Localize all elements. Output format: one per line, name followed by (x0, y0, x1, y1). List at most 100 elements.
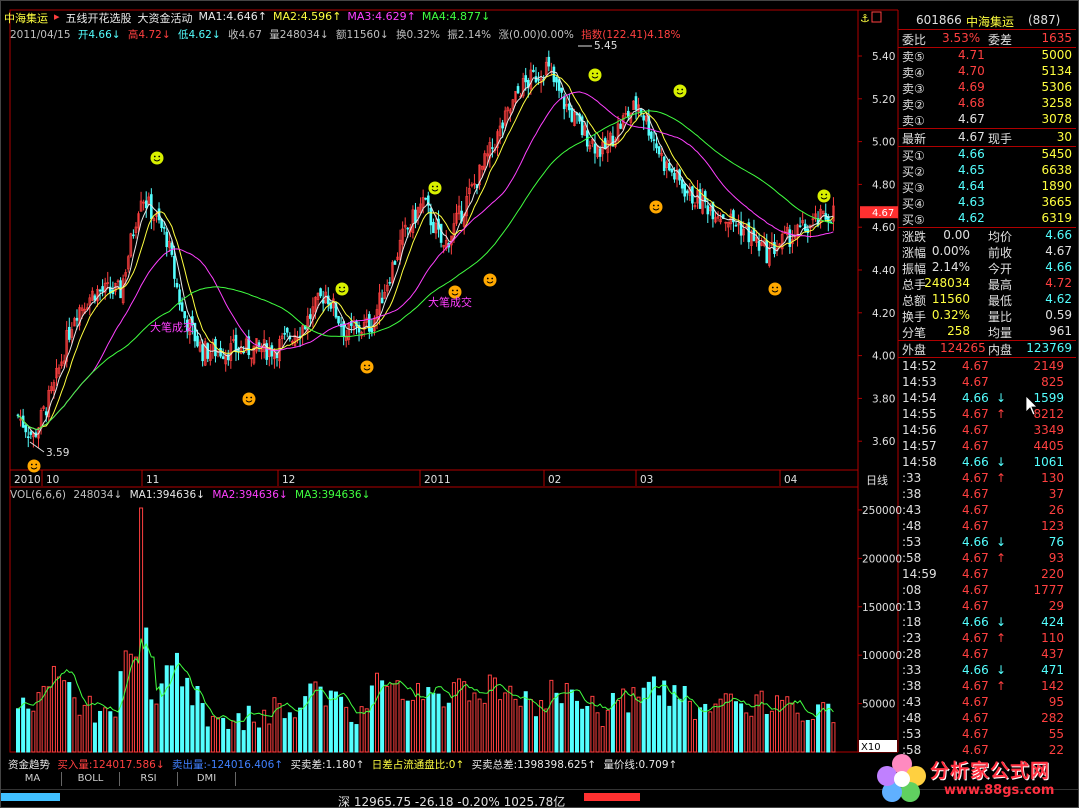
tick-row[interactable]: 14:59 4.67 220 (898, 567, 1076, 583)
price-axis-label: 3.60 (872, 436, 895, 448)
volume-bar (308, 683, 313, 753)
tick-time: :53 (902, 727, 922, 741)
tick-row[interactable]: :28 4.67 437 (898, 647, 1076, 663)
panel-latest[interactable]: 最新 4.67 现手 30 (898, 130, 1076, 146)
tick-price: 4.67 (962, 679, 989, 693)
sell-label: 卖④ (902, 66, 925, 80)
tick-row[interactable]: :38 4.67 ↑ 142 (898, 679, 1076, 695)
tick-time: :58 (902, 551, 922, 565)
tick-row[interactable]: :58 4.67 ↑ 93 (898, 551, 1076, 567)
sell-level-4[interactable]: 卖④ 4.70 5134 (898, 64, 1076, 80)
sell-level-2[interactable]: 卖② 4.68 3258 (898, 96, 1076, 112)
buy-level-5[interactable]: 买⑤ 4.62 6319 (898, 211, 1076, 227)
tick-row[interactable]: :53 4.67 55 (898, 727, 1076, 743)
tick-row[interactable]: :43 4.67 26 (898, 503, 1076, 519)
sell-level-5[interactable]: 卖⑤ 4.71 5000 (898, 48, 1076, 64)
volume-bar (503, 692, 508, 753)
tick-row[interactable]: :48 4.67 123 (898, 519, 1076, 535)
volume-bar (759, 690, 764, 753)
tick-row[interactable]: 14:54 4.66 ↓ 1599 (898, 391, 1076, 407)
tick-row[interactable]: :13 4.67 29 (898, 599, 1076, 615)
stat-row-1[interactable]: 涨幅 0.00% 前收 4.67 (898, 244, 1076, 260)
stat-row-3[interactable]: 总手 248034 最高 4.72 (898, 276, 1076, 292)
stat-row-4[interactable]: 总额 11560 最低 4.62 (898, 292, 1076, 308)
smiley-eye (681, 88, 684, 91)
tick-price: 4.67 (962, 519, 989, 533)
buy-level-2[interactable]: 买② 4.65 6638 (898, 163, 1076, 179)
tick-row[interactable]: :18 4.66 ↓ 424 (898, 615, 1076, 631)
volume-bar (210, 715, 215, 753)
tab-dmi[interactable]: DMI (178, 772, 236, 786)
volume-bar (395, 680, 400, 753)
buy-price: 4.66 (958, 147, 985, 161)
volume-bar (62, 680, 67, 753)
tick-row[interactable]: :08 4.67 1777 (898, 583, 1076, 599)
volume-bar (462, 681, 467, 753)
tick-row[interactable]: :48 4.67 282 (898, 711, 1076, 727)
panel-waipan[interactable]: 外盘 124265 内盘 123769 (898, 341, 1076, 357)
up-arrow-icon: ↑ (332, 10, 342, 23)
volume-bar (749, 715, 754, 753)
sell-level-3[interactable]: 卖③ 4.69 5306 (898, 80, 1076, 96)
panel-weibi[interactable]: 委比 3.53% 委差 1635 (898, 31, 1076, 47)
tick-time: :43 (902, 695, 922, 709)
tick-row[interactable]: :33 4.66 ↓ 471 (898, 663, 1076, 679)
candle-body (221, 356, 225, 359)
volume-bar (451, 682, 456, 753)
panel-title[interactable]: 601866 中海集运 (887) (898, 13, 1076, 29)
smiley-eye (343, 286, 346, 289)
tick-row[interactable]: :23 4.67 ↑ 110 (898, 631, 1076, 647)
candle-body (598, 148, 602, 157)
tab-boll[interactable]: BOLL (62, 772, 120, 786)
indicator-bar: 资金趋势 买入量:124017.586↓ 卖出量:-124016.406↑ 买卖… (8, 759, 678, 771)
sell-price: 4.68 (958, 96, 985, 110)
volume-bar (426, 687, 431, 753)
buy-signal-smiley-icon (27, 459, 41, 473)
buy-level-3[interactable]: 买③ 4.64 1890 (898, 179, 1076, 195)
stat-row-5[interactable]: 换手 0.32% 量比 0.59 (898, 308, 1076, 324)
volume-bar (139, 507, 144, 753)
tick-row[interactable]: :38 4.67 37 (898, 487, 1076, 503)
smiley-eye (153, 155, 156, 158)
volume-bar (251, 721, 256, 753)
tick-row[interactable]: :43 4.67 95 (898, 695, 1076, 711)
vol-ma2: MA2:394636 (212, 489, 279, 501)
candle-body (180, 302, 184, 312)
tick-row[interactable]: 14:56 4.67 3349 (898, 423, 1076, 439)
bar-change: 涨(0.00)0.00% (498, 29, 574, 41)
tab-rsi[interactable]: RSI (120, 772, 178, 786)
stat-row-6[interactable]: 分笔 258 均量 961 (898, 324, 1076, 340)
tab-ma[interactable]: MA (4, 772, 62, 786)
tick-row[interactable]: :53 4.66 ↓ 76 (898, 535, 1076, 551)
tick-row[interactable]: 14:53 4.67 825 (898, 375, 1076, 391)
volume-bar (72, 697, 77, 753)
volume-bar (549, 679, 554, 753)
stat-row-2[interactable]: 振幅 2.14% 今开 4.66 (898, 260, 1076, 276)
menu-item-dazijin[interactable]: 大资金活动 (138, 10, 193, 26)
stat-row-0[interactable]: 涨跌 0.00 均价 4.66 (898, 228, 1076, 244)
sell-price: 4.71 (958, 48, 985, 62)
tick-row[interactable]: 14:55 4.67 ↑ 8212 (898, 407, 1076, 423)
tick-arrow: ↑ (996, 407, 1007, 421)
smiley-eye (368, 364, 371, 367)
buy-level-1[interactable]: 买① 4.66 5450 (898, 147, 1076, 163)
tick-price: 4.66 (962, 663, 989, 677)
tick-time: :48 (902, 519, 922, 533)
tick-row[interactable]: 14:52 4.67 2149 (898, 359, 1076, 375)
volume-bar (436, 693, 441, 753)
volume-bar (318, 686, 323, 753)
tick-volume: 437 (1041, 647, 1064, 661)
candle-body (568, 103, 571, 111)
candle-body (680, 179, 684, 189)
candle-body (532, 69, 535, 73)
tick-time: :43 (902, 503, 922, 517)
menu-item-wuxian[interactable]: 五线开花选股 (66, 10, 132, 26)
buy-level-4[interactable]: 买④ 4.63 3665 (898, 195, 1076, 211)
tick-row[interactable]: 14:57 4.67 4405 (898, 439, 1076, 455)
candle-body (560, 87, 563, 93)
candle-body (650, 131, 653, 139)
tick-row[interactable]: 14:58 4.66 ↓ 1061 (898, 455, 1076, 471)
sell-level-1[interactable]: 卖① 4.67 3078 (898, 112, 1076, 128)
volume-bar (410, 699, 415, 753)
tick-row[interactable]: :33 4.67 ↑ 130 (898, 471, 1076, 487)
